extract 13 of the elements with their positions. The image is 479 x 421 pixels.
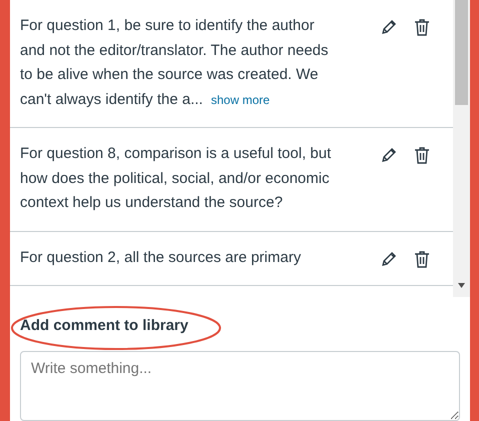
trash-icon[interactable] [414, 250, 430, 268]
comment-text: For question 2, all the sources are primary [20, 248, 302, 268]
pencil-icon[interactable] [380, 18, 398, 36]
scrollbar[interactable] [453, 0, 470, 297]
comment-text: For question 8, comparison is a useful tool, but how does the political, social, and/or economic context help us understand the source? [20, 144, 332, 213]
show-more-link[interactable]: show more [210, 92, 270, 106]
trash-icon[interactable] [414, 146, 430, 164]
section-title: Add comment to library [20, 317, 188, 334]
comment-text: For question 1, be sure to identify the author and not the editor/translator. The author needs to be alive when the source was created. We can't always identify the a... show more [20, 16, 330, 110]
pencil-icon[interactable] [380, 250, 398, 268]
pencil-icon[interactable] [380, 146, 398, 164]
comment-input[interactable]: Write something... [20, 351, 460, 421]
trash-icon[interactable] [414, 18, 430, 36]
